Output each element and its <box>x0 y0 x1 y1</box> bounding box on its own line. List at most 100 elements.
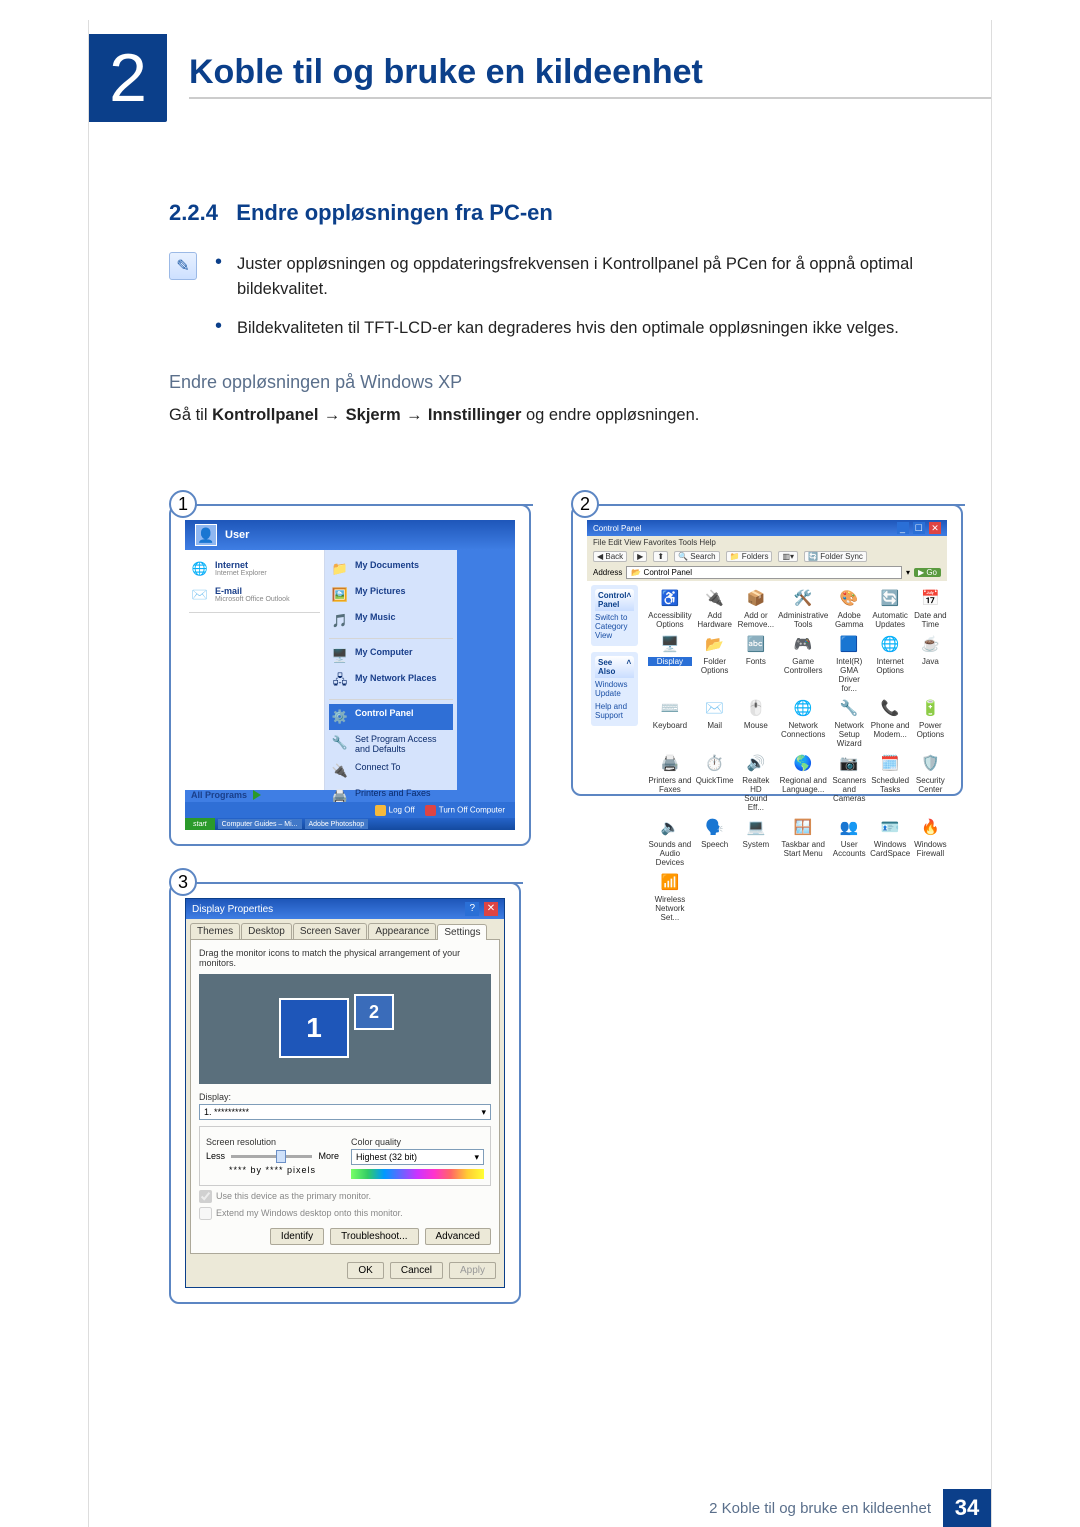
help-button[interactable]: ? <box>465 902 479 916</box>
all-programs[interactable]: All Programs <box>191 790 261 800</box>
maximize-button[interactable]: ☐ <box>913 522 925 534</box>
troubleshoot-button[interactable]: Troubleshoot... <box>330 1228 418 1245</box>
ok-button[interactable]: OK <box>347 1262 383 1279</box>
windows-update-link[interactable]: Windows Update <box>595 678 634 700</box>
taskbar-item[interactable]: Computer Guides – Mi... <box>218 819 302 829</box>
cpanel-icon[interactable]: 🌎Regional and Language... <box>778 752 828 812</box>
sm-item-pics[interactable]: 🖼️My Pictures <box>329 582 453 608</box>
cpanel-icon[interactable]: ⏱️QuickTime <box>696 752 734 812</box>
network-icon: 🖧 <box>331 673 349 691</box>
cpanel-icon[interactable]: 🪟Taskbar and Start Menu <box>778 816 828 867</box>
close-button[interactable]: ✕ <box>929 522 941 534</box>
sm-item-music[interactable]: 🎵My Music <box>329 608 453 634</box>
cpanel-icon[interactable]: 📞Phone and Modem... <box>870 697 910 748</box>
cpanel-icon[interactable]: 🔈Sounds and Audio Devices <box>648 816 692 867</box>
cpanel-icon[interactable]: 🖥️Display <box>648 633 692 693</box>
start-button[interactable]: start <box>185 818 215 830</box>
cancel-button[interactable]: Cancel <box>390 1262 443 1279</box>
cpanel-icon[interactable]: 🪪Windows CardSpace <box>870 816 910 867</box>
cpanel-icon[interactable]: 📂Folder Options <box>696 633 734 693</box>
tab-screensaver[interactable]: Screen Saver <box>293 923 368 939</box>
music-icon: 🎵 <box>331 612 349 630</box>
menu-bar[interactable]: File Edit View Favorites Tools Help <box>587 536 947 549</box>
chevron-up-icon: ˄ <box>626 658 631 676</box>
sm-item-email[interactable]: ✉️ E-mailMicrosoft Office Outlook <box>189 582 320 608</box>
sm-item-program-access[interactable]: 🔧Set Program Access and Defaults <box>329 730 453 758</box>
side-panel-header[interactable]: Control Panel˄ <box>595 589 634 611</box>
cpanel-icon[interactable]: ☕Java <box>914 633 946 693</box>
tab-themes[interactable]: Themes <box>190 923 240 939</box>
minimize-button[interactable]: _ <box>897 522 909 534</box>
cpanel-icon[interactable]: ⌨️Keyboard <box>648 697 692 748</box>
cpanel-icon[interactable]: 🔥Windows Firewall <box>914 816 946 867</box>
cpanel-icon[interactable]: 💻System <box>738 816 774 867</box>
help-support-link[interactable]: Help and Support <box>595 700 634 722</box>
cpanel-icon[interactable]: 📦Add or Remove... <box>738 587 774 629</box>
tab-appearance[interactable]: Appearance <box>368 923 436 939</box>
views-button[interactable]: ▥▾ <box>778 551 798 562</box>
switch-view-link[interactable]: Switch to Category View <box>595 611 634 642</box>
cpanel-icon[interactable]: 📶Wireless Network Set... <box>648 871 692 922</box>
close-button[interactable]: ✕ <box>484 902 498 916</box>
cpanel-icon[interactable]: 🗣️Speech <box>696 816 734 867</box>
color-group-label: Color quality <box>351 1137 484 1147</box>
cpanel-icon[interactable]: ♿Accessibility Options <box>648 587 692 629</box>
shutdown-button[interactable]: Turn Off Computer <box>425 805 505 816</box>
tab-settings[interactable]: Settings <box>437 924 487 940</box>
sm-item-internet[interactable]: 🌐 InternetInternet Explorer <box>189 556 320 582</box>
color-quality-select[interactable]: Highest (32 bit)▾ <box>351 1149 484 1165</box>
go-button[interactable]: ▶ Go <box>914 568 941 577</box>
cpanel-icon[interactable]: 🖨️Printers and Faxes <box>648 752 692 812</box>
cpanel-icon[interactable]: 🔌Add Hardware <box>696 587 734 629</box>
cpanel-icon[interactable]: 🌐Internet Options <box>870 633 910 693</box>
search-button[interactable]: 🔍 Search <box>674 551 720 562</box>
app-icon: 🔊 <box>745 752 767 774</box>
cpanel-icon[interactable]: 🔧Network Setup Wizard <box>832 697 866 748</box>
step-badge-3: 3 <box>169 868 197 896</box>
monitor-2-icon[interactable]: 2 <box>354 994 394 1030</box>
cpanel-icon[interactable]: 🎮Game Controllers <box>778 633 828 693</box>
folders-button[interactable]: 📁 Folders <box>726 551 773 562</box>
taskbar-item[interactable]: Adobe Photoshop <box>305 819 369 829</box>
identify-button[interactable]: Identify <box>270 1228 324 1245</box>
address-field[interactable]: 📂 Control Panel <box>626 566 902 579</box>
sm-item-connect[interactable]: 🔌Connect To <box>329 758 453 784</box>
cpanel-icon[interactable]: 👥User Accounts <box>832 816 866 867</box>
forward-button[interactable]: ▶ <box>633 551 647 562</box>
display-label: Display: <box>199 1092 491 1102</box>
cpanel-icon[interactable]: 🌐Network Connections <box>778 697 828 748</box>
cpanel-icon[interactable]: 🗓️Scheduled Tasks <box>870 752 910 812</box>
side-panel-header[interactable]: See Also˄ <box>595 656 634 678</box>
cpanel-icon[interactable]: ✉️Mail <box>696 697 734 748</box>
display-select[interactable]: 1. **********▾ <box>199 1104 491 1120</box>
section-number: 2.2.4 <box>169 200 218 225</box>
monitor-arrangement[interactable]: 1 2 <box>199 974 491 1084</box>
monitor-1-icon[interactable]: 1 <box>279 998 349 1058</box>
up-button[interactable]: ⬆ <box>653 551 668 562</box>
app-icon: ✉️ <box>704 697 726 719</box>
cpanel-icon[interactable]: 🟦Intel(R) GMA Driver for... <box>832 633 866 693</box>
resolution-slider[interactable]: Less More <box>206 1151 339 1161</box>
logoff-button[interactable]: Log Off <box>375 805 415 816</box>
sm-item-docs[interactable]: 📁My Documents <box>329 556 453 582</box>
back-button[interactable]: ◀ Back <box>593 551 627 562</box>
advanced-button[interactable]: Advanced <box>425 1228 491 1245</box>
sm-item-control-panel[interactable]: ⚙️Control Panel <box>329 704 453 730</box>
sm-item-computer[interactable]: 🖥️My Computer <box>329 643 453 669</box>
cpanel-icon[interactable]: 📅Date and Time <box>914 587 946 629</box>
cpanel-icon[interactable]: 📷Scanners and Cameras <box>832 752 866 812</box>
cpanel-icon[interactable]: 🛡️Security Center <box>914 752 946 812</box>
cpanel-icon[interactable]: 🖱️Mouse <box>738 697 774 748</box>
apply-button[interactable]: Apply <box>449 1262 496 1279</box>
cpanel-icon[interactable]: 🔄Automatic Updates <box>870 587 910 629</box>
folder-sync-button[interactable]: 🔄 Folder Sync <box>804 551 867 562</box>
sm-item-network[interactable]: 🖧My Network Places <box>329 669 453 695</box>
cpanel-icon[interactable]: 🛠️Administrative Tools <box>778 587 828 629</box>
cpanel-icon[interactable]: 🔋Power Options <box>914 697 946 748</box>
cpanel-icon[interactable]: 🔊Realtek HD Sound Eff... <box>738 752 774 812</box>
cpanel-icon[interactable]: 🔤Fonts <box>738 633 774 693</box>
footer-chapter-text: 2 Koble til og bruke en kildeenhet <box>709 1500 931 1517</box>
tab-desktop[interactable]: Desktop <box>241 923 292 939</box>
cpanel-icon[interactable]: 🎨Adobe Gamma <box>832 587 866 629</box>
app-icon: 🔧 <box>838 697 860 719</box>
